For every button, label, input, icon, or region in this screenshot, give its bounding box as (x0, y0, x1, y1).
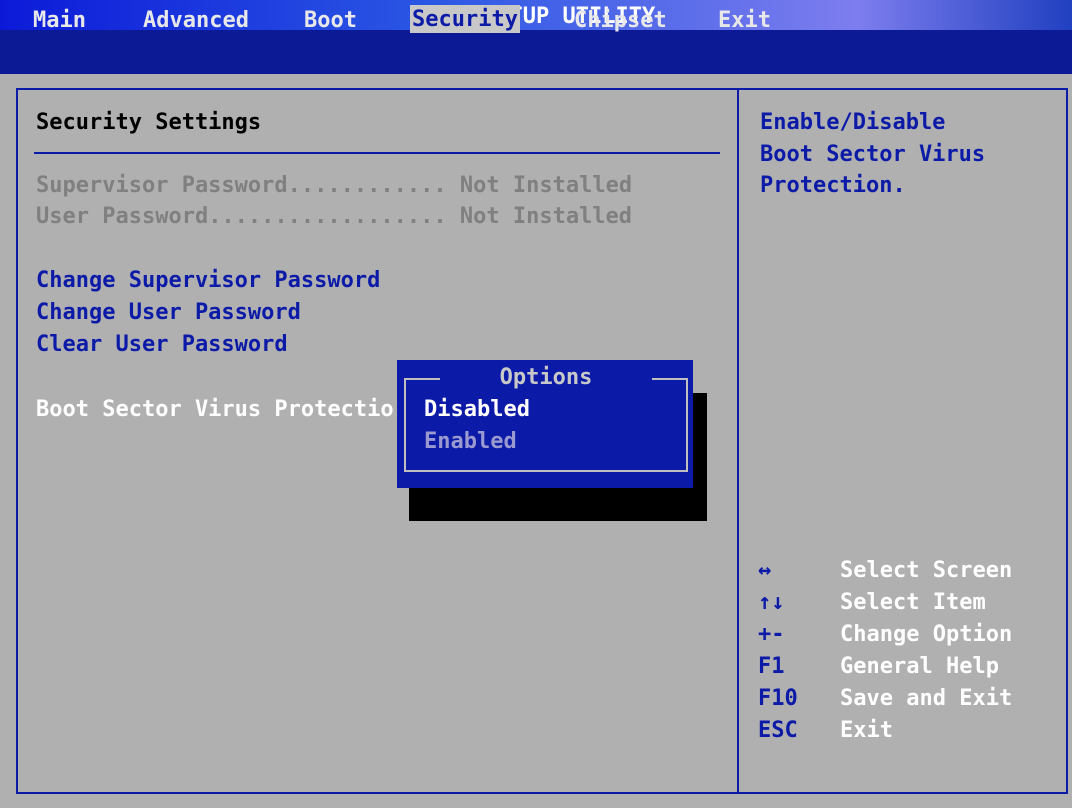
supervisor-password-status: Not Installed (459, 173, 633, 198)
user-password-label: User Password (36, 204, 209, 229)
supervisor-password-row: Supervisor Password............ Not Inst… (36, 171, 632, 201)
help-line-2: Boot Sector Virus (760, 142, 986, 167)
key-desc-change-option: Change Option (840, 622, 1013, 647)
help-line-3: Protection. (760, 173, 906, 198)
supervisor-password-label: Supervisor Password (36, 173, 288, 198)
key-esc: ESC (758, 718, 798, 743)
key-desc-select-item: Select Item (840, 590, 986, 615)
panel-divider (737, 88, 739, 794)
menu-main[interactable]: Main (33, 6, 86, 36)
menu-chipset[interactable]: Chipset (574, 6, 667, 36)
option-disabled[interactable]: Disabled (424, 395, 530, 425)
section-divider (34, 152, 720, 154)
user-password-status: Not Installed (459, 204, 633, 229)
key-f1: F1 (758, 654, 785, 679)
popup-title: Options (499, 365, 593, 390)
supervisor-password-dots: ............ (287, 173, 447, 198)
key-desc-save-and-exit: Save and Exit (840, 686, 1013, 711)
up-down-arrow-icon: ↑↓ (758, 590, 785, 615)
key-desc-select-screen: Select Screen (840, 558, 1013, 583)
menu-advanced[interactable]: Advanced (143, 6, 249, 36)
change-user-password[interactable]: Change User Password (36, 298, 301, 328)
key-f10: F10 (758, 686, 798, 711)
clear-user-password[interactable]: Clear User Password (36, 330, 288, 360)
menu-bar (0, 30, 1072, 74)
change-supervisor-password[interactable]: Change Supervisor Password (36, 266, 380, 296)
option-enabled[interactable]: Enabled (424, 427, 517, 457)
user-password-row: User Password.................. Not Inst… (36, 202, 632, 232)
boot-sector-virus-protection[interactable]: Boot Sector Virus Protectio (36, 395, 394, 425)
help-line-1: Enable/Disable (760, 110, 946, 135)
section-title: Security Settings (36, 110, 262, 135)
key-desc-exit: Exit (840, 718, 893, 743)
left-right-arrow-icon: ↔ (758, 558, 772, 583)
menu-exit[interactable]: Exit (718, 6, 771, 36)
menu-security[interactable]: Security (410, 5, 520, 33)
plus-minus-icon: +- (758, 622, 785, 647)
user-password-dots: .................. (208, 204, 447, 229)
menu-boot[interactable]: Boot (304, 6, 357, 36)
key-desc-general-help: General Help (840, 654, 999, 679)
